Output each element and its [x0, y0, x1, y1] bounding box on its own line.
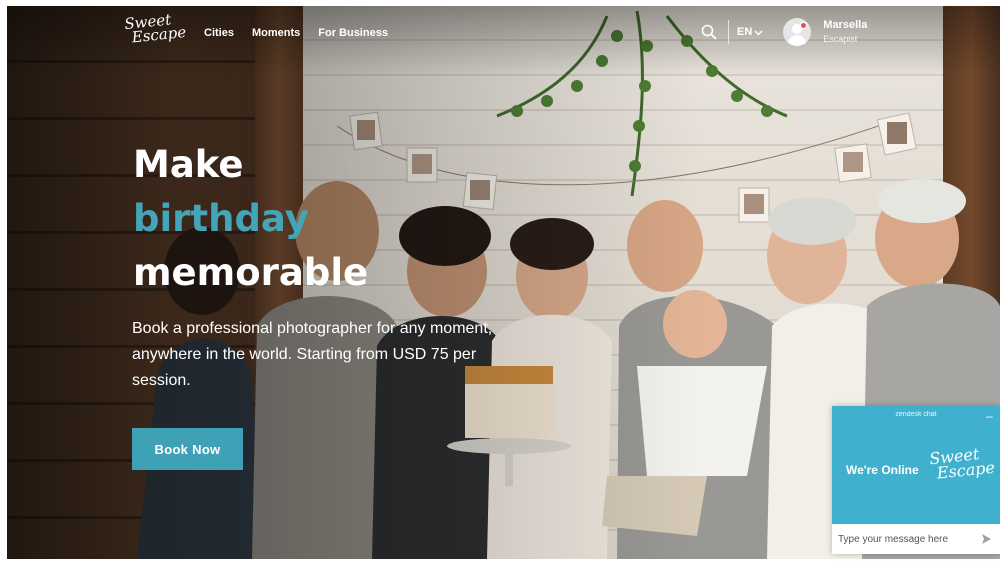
headline-accent: birthday — [133, 197, 309, 240]
chat-input-row — [832, 524, 1000, 554]
nav-right-group: EN Marsella Escapist — [700, 18, 867, 46]
nav-divider — [728, 20, 729, 44]
language-label: EN — [737, 26, 753, 38]
search-button[interactable] — [700, 23, 718, 41]
user-avatar[interactable] — [783, 18, 812, 46]
send-arrow-icon — [982, 534, 991, 544]
nav-link-for-business[interactable]: For Business — [318, 27, 388, 39]
search-icon — [701, 24, 717, 40]
nav-link-cities[interactable]: Cities — [204, 27, 234, 39]
chat-header[interactable]: zendesk chat – We're Online Sweet Escape — [832, 406, 1000, 524]
chat-brand-label: zendesk chat — [895, 411, 937, 418]
avatar-body-shape — [788, 35, 807, 46]
chat-send-button[interactable] — [976, 529, 996, 549]
headline-line-3: memorable — [133, 251, 369, 294]
hero-headline: Make birthday memorable — [133, 138, 368, 300]
hero-subtitle: Book a professional photographer for any… — [132, 320, 493, 389]
chat-message-input[interactable] — [832, 533, 976, 545]
notification-dot — [800, 22, 807, 29]
nav-link-moments[interactable]: Moments — [252, 27, 300, 39]
main-nav: Cities Moments For Business — [204, 27, 388, 39]
language-selector[interactable]: EN — [737, 26, 763, 38]
user-info[interactable]: Marsella Escapist — [823, 18, 867, 46]
chat-logo: Sweet Escape — [928, 444, 996, 483]
user-name: Marsella — [823, 19, 868, 31]
chevron-down-icon — [754, 30, 763, 35]
chat-status: We're Online — [846, 463, 919, 477]
headline-line-1: Make — [133, 143, 244, 186]
chat-minimize-button[interactable]: – — [986, 409, 993, 423]
book-now-button[interactable]: Book Now — [132, 428, 243, 470]
zendesk-chat-widget: zendesk chat – We're Online Sweet Escape — [832, 406, 1000, 554]
chat-logo-line-2: Escape — [935, 457, 996, 483]
user-role: Escapist — [823, 34, 858, 44]
sweetescape-logo[interactable]: Sweet Escape — [123, 10, 186, 46]
